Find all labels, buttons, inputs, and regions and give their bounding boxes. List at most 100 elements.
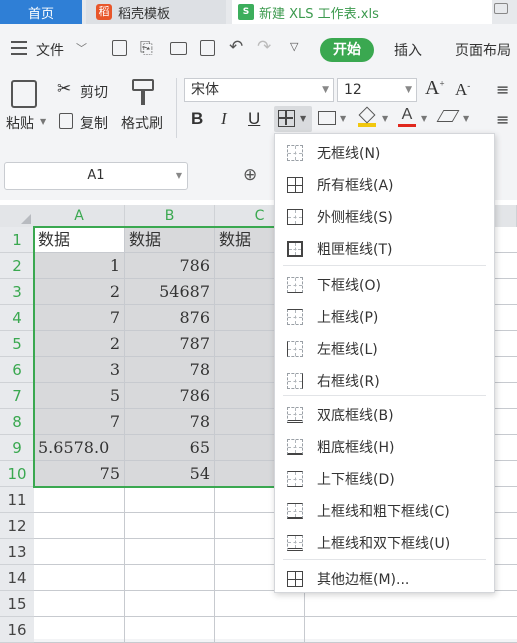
bold-button[interactable]: B	[191, 109, 203, 129]
table-cell[interactable]: 786	[125, 383, 215, 409]
fill-dropdown-icon[interactable]: ▼	[382, 114, 388, 123]
row-header[interactable]: 8	[0, 409, 34, 435]
border-menu-item[interactable]: 无框线(N)	[275, 138, 494, 168]
font-size-select[interactable]: 12 ▼	[337, 78, 417, 102]
scissors-icon[interactable]: ✂	[57, 79, 71, 99]
table-cell[interactable]: 876	[125, 305, 215, 331]
table-cell[interactable]: 786	[125, 253, 215, 279]
eraser-icon[interactable]	[436, 110, 460, 122]
table-cell[interactable]	[34, 539, 125, 565]
underline-button[interactable]: U	[248, 109, 260, 129]
column-header-a[interactable]: A	[34, 205, 125, 227]
file-chevron-icon[interactable]: ﹀	[76, 40, 87, 56]
row-header[interactable]: 9	[0, 435, 34, 461]
window-icon[interactable]	[494, 3, 508, 14]
table-cell[interactable]	[305, 617, 517, 643]
table-cell[interactable]: 787	[125, 331, 215, 357]
italic-button[interactable]: I	[221, 109, 227, 129]
row-header[interactable]: 12	[0, 513, 34, 539]
format-painter-icon[interactable]	[132, 79, 154, 107]
table-cell[interactable]: 7	[34, 305, 125, 331]
table-cell[interactable]	[125, 565, 215, 591]
row-header[interactable]: 15	[0, 591, 34, 617]
table-cell[interactable]: 54687	[125, 279, 215, 305]
paste-dropdown-icon[interactable]: ▼	[40, 117, 46, 126]
paste-button[interactable]: 粘贴	[6, 113, 34, 133]
table-cell[interactable]: 2	[34, 279, 125, 305]
border-menu-item[interactable]: 右框线(R)	[275, 366, 494, 396]
table-cell[interactable]	[34, 617, 125, 643]
border-menu-item[interactable]: 上框线和粗下框线(C)	[275, 496, 494, 526]
table-cell[interactable]	[125, 617, 215, 643]
table-cell[interactable]	[34, 565, 125, 591]
border-menu-item[interactable]: 双底框线(B)	[275, 400, 494, 430]
select-all-corner[interactable]	[0, 205, 34, 227]
row-header[interactable]: 16	[0, 617, 34, 643]
format-painter-button[interactable]: 格式刷	[121, 113, 163, 133]
tab-home[interactable]: 首页	[0, 0, 82, 24]
row-header[interactable]: 3	[0, 279, 34, 305]
increase-font-icon[interactable]: A+	[425, 77, 445, 100]
tab-template[interactable]: 稻 稻壳模板	[86, 0, 226, 24]
font-family-select[interactable]: 宋体 ▼	[184, 78, 334, 102]
table-cell[interactable]: 5	[34, 383, 125, 409]
align-icon-2[interactable]: ≡	[496, 110, 509, 129]
row-header[interactable]: 6	[0, 357, 34, 383]
tab-file[interactable]: S 新建 XLS 工作表.xls	[232, 0, 492, 24]
border-menu-item[interactable]: 其他边框(M)...	[275, 564, 494, 594]
undo-icon[interactable]: ↶	[229, 37, 243, 57]
quick-access-more-icon[interactable]: ▽	[290, 40, 298, 53]
border-menu-item[interactable]: 下框线(O)	[275, 270, 494, 300]
table-cell[interactable]	[215, 617, 305, 643]
menu-page-layout[interactable]: 页面布局	[455, 40, 511, 60]
menu-insert[interactable]: 插入	[394, 40, 422, 60]
cut-button[interactable]: 剪切	[80, 82, 108, 102]
border-button[interactable]: ▼	[274, 106, 312, 132]
table-cell[interactable]: 1	[34, 253, 125, 279]
table-cell[interactable]	[125, 487, 215, 513]
table-cell[interactable]	[305, 591, 517, 617]
row-header[interactable]: 4	[0, 305, 34, 331]
name-box[interactable]: A1 ▼	[4, 162, 188, 190]
row-header[interactable]: 11	[0, 487, 34, 513]
border-menu-item[interactable]: 上下框线(D)	[275, 464, 494, 494]
border-menu-item[interactable]: 粗匣框线(T)	[275, 234, 494, 264]
table-cell[interactable]: 数据	[34, 227, 125, 253]
table-cell[interactable]	[125, 591, 215, 617]
row-header[interactable]: 13	[0, 539, 34, 565]
merge-dropdown-icon[interactable]: ▼	[340, 114, 346, 123]
eraser-dropdown-icon[interactable]: ▼	[463, 114, 469, 123]
border-menu-item[interactable]: 所有框线(A)	[275, 170, 494, 200]
table-cell[interactable]	[34, 591, 125, 617]
hamburger-icon[interactable]	[11, 41, 27, 55]
redo-icon[interactable]: ↷	[257, 37, 271, 57]
row-header[interactable]: 10	[0, 461, 34, 487]
table-cell[interactable]	[125, 539, 215, 565]
table-cell[interactable]	[215, 591, 305, 617]
table-cell[interactable]: 54	[125, 461, 215, 487]
border-menu-item[interactable]: 左框线(L)	[275, 334, 494, 364]
menu-start[interactable]: 开始	[320, 38, 374, 62]
border-menu-item[interactable]: 粗底框线(H)	[275, 432, 494, 462]
fill-color-icon[interactable]	[358, 106, 376, 128]
border-menu-item[interactable]: 上框线和双下框线(U)	[275, 528, 494, 558]
row-header[interactable]: 14	[0, 565, 34, 591]
table-cell[interactable]: 2	[34, 331, 125, 357]
table-cell[interactable]	[34, 513, 125, 539]
column-header-b[interactable]: B	[125, 205, 215, 227]
table-cell[interactable]: 75	[34, 461, 125, 487]
paste-icon[interactable]	[11, 80, 37, 108]
border-menu-item[interactable]: 外侧框线(S)	[275, 202, 494, 232]
row-header[interactable]: 1	[0, 227, 34, 253]
row-header[interactable]: 2	[0, 253, 34, 279]
table-cell[interactable]: 7	[34, 409, 125, 435]
align-icon[interactable]: ≡	[496, 80, 509, 99]
print-preview-icon[interactable]	[200, 40, 215, 56]
table-cell[interactable]: 3	[34, 357, 125, 383]
copy-icon[interactable]	[59, 113, 73, 129]
print-icon[interactable]	[170, 42, 187, 55]
table-cell[interactable]: 65	[125, 435, 215, 461]
table-cell[interactable]: 78	[125, 357, 215, 383]
export-icon[interactable]: ⎘	[140, 38, 153, 58]
table-cell[interactable]: 5.6578.0	[34, 435, 125, 461]
